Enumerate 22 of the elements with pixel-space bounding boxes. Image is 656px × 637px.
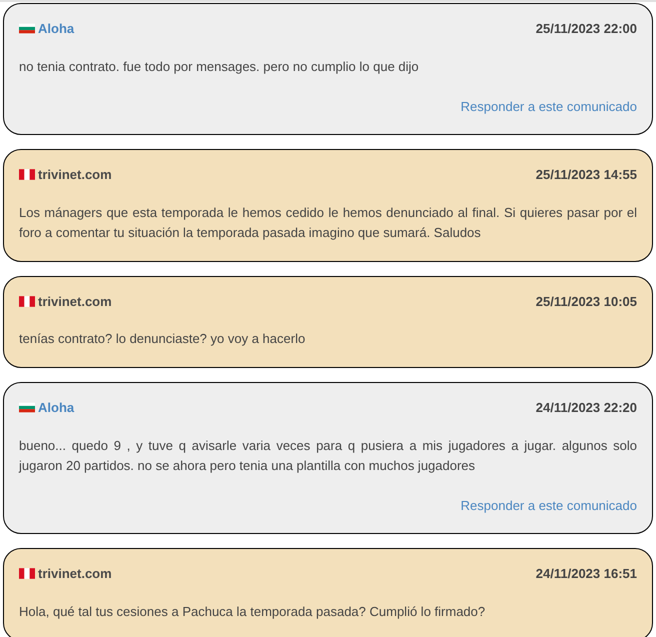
message-date: 25/11/2023 22:00 — [536, 20, 637, 38]
reply-link[interactable]: Responder a este comunicado — [460, 496, 637, 515]
message-date: 25/11/2023 10:05 — [536, 292, 637, 310]
author-name[interactable]: trivinet.com — [38, 292, 112, 311]
author-name[interactable]: Aloha — [38, 19, 74, 38]
message-date: 24/11/2023 22:20 — [536, 399, 637, 417]
message-date: 25/11/2023 14:55 — [536, 166, 637, 184]
reply-link[interactable]: Responder a este comunicado — [460, 96, 637, 116]
flag-icon — [19, 296, 35, 307]
author-name[interactable]: trivinet.com — [38, 165, 112, 184]
message-text: no tenia contrato. fue todo por mensages. pero no cumplio lo que dijo — [19, 58, 420, 76]
author-name[interactable]: trivinet.com — [38, 564, 112, 584]
message-text: tenías contrato? lo denunciaste? yo voy a hacerlo — [19, 330, 306, 348]
flag-icon — [19, 23, 35, 34]
message-text: Los mánagers que esta temporada le hemos cedido le hemos denunciado al final. Si quieres pasar por el foro a comentar tu situación la temporada pasada imagino que sumará. Saludos — [19, 204, 637, 242]
flag-icon — [19, 169, 35, 180]
message-text: Hola, qué tal tus cesiones a Pachuca la temporada pasada? Cumplió lo firmado? — [19, 602, 486, 621]
message-date: 24/11/2023 16:51 — [536, 565, 637, 583]
author-name[interactable]: Aloha — [38, 398, 74, 418]
flag-icon — [19, 402, 35, 414]
message-text: bueno... quedo 9 , y tuve q avisarle varia veces para q pusiera a mis jugadores a jugar. algunos solo jugaron 20 partidos. no se ahora pero tenia una plantilla con muchos jugadores — [19, 436, 637, 475]
flag-icon — [19, 568, 35, 580]
